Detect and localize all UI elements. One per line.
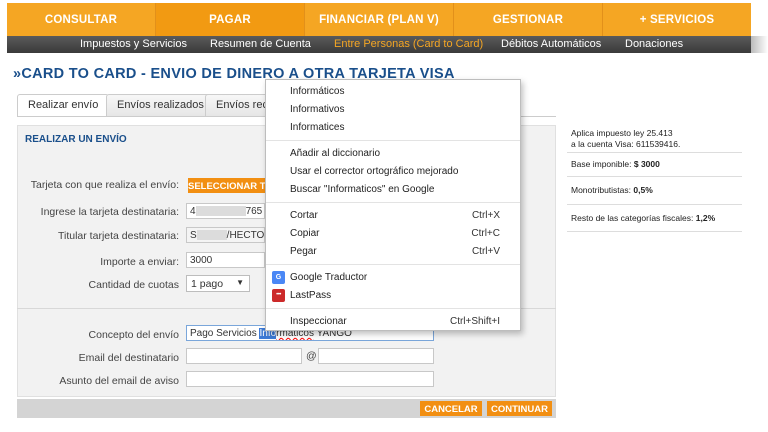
mono-row: Monotributistas: 0,5%	[567, 177, 742, 205]
copy-label: Copiar	[290, 228, 320, 239]
concept-label: Concepto del envío	[88, 329, 179, 341]
installments-value: 1 pago	[191, 278, 224, 290]
dest-card-input[interactable]: 4 765	[186, 203, 265, 219]
inspect-label: Inspeccionar	[290, 316, 347, 327]
context-menu: Informáticos Informativos Informatices A…	[265, 79, 521, 331]
rest-value: 1,2%	[695, 212, 716, 223]
tab-realizar-envio[interactable]: Realizar envío	[17, 94, 110, 117]
subnav-entre-personas[interactable]: Entre Personas (Card to Card)	[334, 38, 483, 50]
spell-checker-label: Usar el corrector ortográfico mejorado	[290, 166, 459, 177]
continue-button[interactable]: CONTINUAR	[487, 401, 552, 416]
subnav-donaciones[interactable]: Donaciones	[625, 38, 683, 50]
holder-prefix: S	[190, 230, 197, 241]
paste-shortcut: Ctrl+V	[471, 246, 500, 257]
lastpass-icon: •••	[272, 289, 285, 302]
subject-label: Asunto del email de aviso	[59, 375, 179, 387]
menu-spell-checker[interactable]: Usar el corrector ortográfico mejorado	[266, 163, 520, 181]
cut-shortcut: Ctrl+X	[471, 210, 500, 221]
copy-shortcut: Ctrl+C	[471, 228, 500, 239]
base-value: $ 3000	[633, 159, 660, 170]
rest-label: Resto de las categorías fiscales:	[571, 212, 694, 223]
cut-label: Cortar	[290, 210, 318, 221]
masked-digits	[195, 206, 246, 217]
subject-input[interactable]	[186, 371, 434, 387]
concept-text-before: Pago Servicios	[190, 328, 260, 339]
menu-suggestion-3[interactable]: Informatices	[266, 119, 520, 137]
dest-card-label: Ingrese la tarjeta destinataria:	[40, 206, 179, 218]
menu-separator	[266, 202, 520, 203]
inspect-shortcut: Ctrl+Shift+I	[449, 316, 500, 327]
email-domain-input[interactable]	[318, 348, 434, 364]
mono-label: Monotributistas:	[571, 184, 631, 195]
add-dictionary-label: Añadir al diccionario	[290, 148, 381, 159]
mono-value: 0,5%	[633, 184, 653, 195]
menu-add-dictionary[interactable]: Añadir al diccionario	[266, 145, 520, 163]
paste-label: Pegar	[290, 246, 317, 257]
nav-gestionar[interactable]: GESTIONAR	[454, 3, 603, 36]
tax-info-panel: Aplica impuesto ley 25.413 a la cuenta V…	[567, 125, 742, 233]
rest-row: Resto de las categorías fiscales: 1,2%	[567, 205, 742, 233]
suggestion-1-label: Informáticos	[290, 86, 345, 97]
menu-inspect[interactable]: Inspeccionar Ctrl+Shift+I	[266, 313, 520, 331]
menu-separator	[266, 140, 520, 141]
menu-cut[interactable]: Cortar Ctrl+X	[266, 207, 520, 225]
base-label: Base imponible:	[571, 159, 632, 170]
card-label: Tarjeta con que realiza el envío:	[30, 179, 179, 191]
select-card-button[interactable]: SELECCIONAR T	[188, 178, 265, 193]
tax-line-2: a la cuenta Visa: 611539416.	[571, 138, 681, 149]
nav-servicios[interactable]: + SERVICIOS	[603, 3, 751, 36]
masked-name	[196, 230, 227, 241]
menu-copy[interactable]: Copiar Ctrl+C	[266, 225, 520, 243]
email-label: Email del destinatario	[78, 352, 179, 364]
holder-label: Titular tarjeta destinataria:	[57, 230, 179, 242]
menu-separator	[266, 308, 520, 309]
google-translate-icon: G	[272, 271, 285, 284]
subnav-debitos[interactable]: Débitos Automáticos	[501, 38, 601, 50]
subnav-resumen[interactable]: Resumen de Cuenta	[210, 38, 311, 50]
top-nav: CONSULTAR PAGAR FINANCIAR (PLAN V) GESTI…	[7, 3, 751, 36]
menu-google-translate[interactable]: G Google Traductor	[266, 269, 520, 287]
tax-line-1: Aplica impuesto ley 25.413	[571, 128, 673, 138]
subnav-impuestos[interactable]: Impuestos y Servicios	[80, 38, 187, 50]
tax-info-row: Aplica impuesto ley 25.413 a la cuenta V…	[567, 125, 742, 154]
sub-nav: Impuestos y Servicios Resumen de Cuenta …	[7, 36, 751, 53]
nav-consultar[interactable]: CONSULTAR	[7, 3, 156, 36]
dest-card-suffix: 765	[245, 206, 263, 217]
holder-suffix: /HECTOR	[226, 230, 265, 241]
base-row: Base imponible: $ 3000	[567, 153, 742, 177]
suggestion-3-label: Informatices	[290, 122, 345, 133]
menu-search-google[interactable]: Buscar "Informaticos" en Google	[266, 181, 520, 199]
chevron-down-icon: ▼	[236, 278, 244, 287]
suggestion-2-label: Informativos	[290, 104, 345, 115]
menu-suggestion-1[interactable]: Informáticos	[266, 83, 520, 101]
email-user-input[interactable]	[186, 348, 302, 364]
google-translate-label: Google Traductor	[290, 272, 368, 283]
email-at-sign: @	[306, 350, 317, 362]
menu-suggestion-2[interactable]: Informativos	[266, 101, 520, 119]
search-google-label: Buscar "Informaticos" en Google	[290, 184, 435, 195]
section-title: REALIZAR UN ENVÍO	[25, 134, 127, 145]
menu-paste[interactable]: Pegar Ctrl+V	[266, 243, 520, 261]
cancel-button[interactable]: CANCELAR	[420, 401, 482, 416]
menu-lastpass[interactable]: ••• LastPass	[266, 287, 520, 305]
nav-pagar[interactable]: PAGAR	[156, 3, 305, 36]
installments-select[interactable]: 1 pago ▼	[186, 275, 250, 292]
lastpass-label: LastPass	[290, 290, 332, 301]
holder-field: S/HECTOR	[186, 227, 265, 243]
tab-envios-realizados[interactable]: Envíos realizados	[106, 94, 215, 116]
menu-separator	[266, 264, 520, 265]
nav-financiar[interactable]: FINANCIAR (PLAN V)	[305, 3, 454, 36]
amount-label: Importe a enviar:	[100, 256, 179, 268]
amount-input[interactable]: 3000	[186, 252, 265, 268]
subnav-edge	[751, 36, 768, 53]
installments-label: Cantidad de cuotas	[88, 279, 179, 291]
